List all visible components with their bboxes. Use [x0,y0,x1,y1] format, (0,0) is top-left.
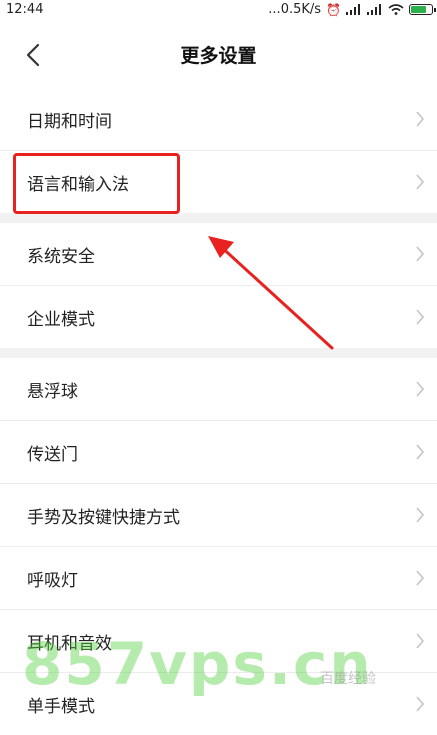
chevron-right-icon [416,246,425,262]
settings-item-label: 悬浮球 [27,381,78,402]
settings-item-label: 日期和时间 [27,111,112,132]
chevron-right-icon [416,507,425,523]
chevron-right-icon [416,381,425,397]
settings-item-floating-ball[interactable]: 悬浮球 [0,358,437,420]
settings-item-label: 传送门 [27,444,78,465]
chevron-right-icon [416,444,425,460]
settings-item-breathing-light[interactable]: 呼吸灯 [0,547,437,609]
chevron-right-icon [416,111,425,127]
wifi-icon [388,4,404,15]
title-bar: 更多设置 [0,22,437,89]
section-gap [0,213,437,223]
settings-item-gestures-shortcuts[interactable]: 手势及按键快捷方式 [0,484,437,546]
watermark-small: 百度经验 [320,671,376,687]
status-bar: 12:44 ...0.5K/s ⏰ [0,0,437,22]
alarm-icon: ⏰ [326,2,341,17]
signal-icon-2 [367,4,383,15]
highlight-box [13,153,180,214]
settings-item-date-time[interactable]: 日期和时间 [0,88,437,150]
settings-item-label: 系统安全 [27,246,95,267]
status-icons: ...0.5K/s ⏰ [268,2,436,17]
chevron-right-icon [416,309,425,325]
settings-item-portal[interactable]: 传送门 [0,421,437,483]
settings-item-label: 呼吸灯 [27,570,78,591]
settings-item-label: 手势及按键快捷方式 [27,507,180,528]
settings-item-label: 企业模式 [27,309,95,330]
battery-icon [409,4,436,15]
signal-icon [346,4,362,15]
chevron-right-icon [416,570,425,586]
annotation-arrow [208,236,334,350]
page-title: 更多设置 [180,45,257,67]
network-speed: ...0.5K/s [268,2,322,17]
status-time: 12:44 [6,2,44,17]
chevron-right-icon [416,174,425,190]
